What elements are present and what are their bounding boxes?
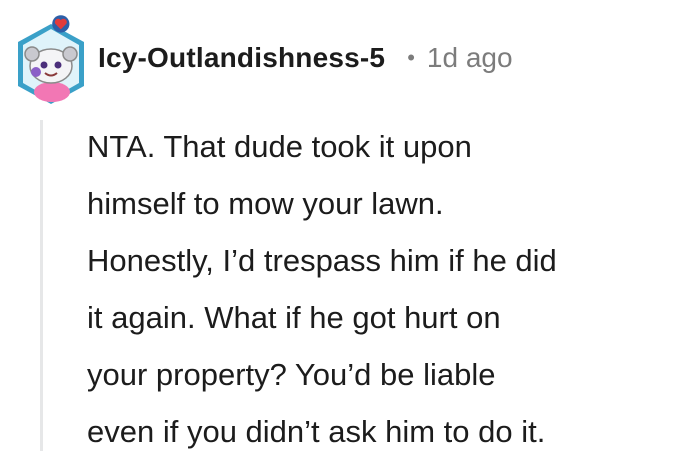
thread-line[interactable] xyxy=(40,120,43,451)
comment-timestamp[interactable]: 1d ago xyxy=(427,42,513,74)
comment-body: NTA. That dude took it upon himself to m… xyxy=(87,118,687,451)
author-username[interactable]: Icy-Outlandishness-5 xyxy=(98,42,385,74)
comment-body-line: even if you didn’t ask him to do it. xyxy=(87,414,546,449)
heart-badge-icon xyxy=(52,15,70,33)
comment-body-line: it again. What if he got hurt on xyxy=(87,300,501,335)
comment-body-line: Honestly, I’d trespass him if he did xyxy=(87,243,557,278)
comment-body-line: himself to mow your lawn. xyxy=(87,186,444,221)
avatar[interactable] xyxy=(14,10,88,106)
meta-separator: • xyxy=(407,45,415,70)
comment-body-line: NTA. That dude took it upon xyxy=(87,129,472,164)
comment-header: Icy-Outlandishness-5 • 1d ago xyxy=(14,8,513,108)
comment-body-line: your property? You’d be liable xyxy=(87,357,496,392)
